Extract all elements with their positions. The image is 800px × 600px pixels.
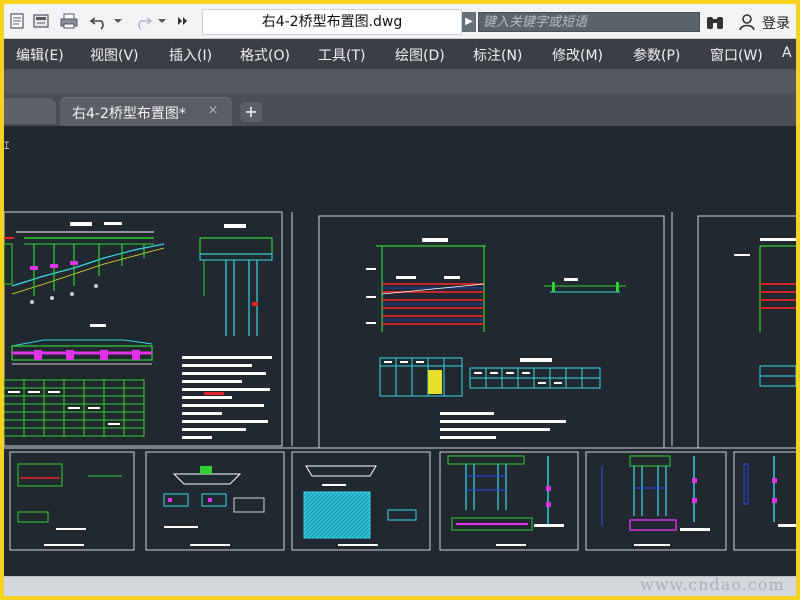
viewport-label: ｴ [4,139,10,152]
menu-item-draw[interactable]: 绘图(D) [395,45,445,65]
sheet-1-pier-detail [199,224,273,336]
sheet-2-table-left [379,357,463,397]
login-link[interactable]: 登录 [762,13,790,33]
close-icon[interactable]: × [206,104,220,118]
more-icon[interactable] [174,10,192,32]
tab-label: 右4-2桥型布置图* [72,106,186,122]
search-expand-button[interactable]: ▶ [462,12,476,32]
autocad-window: 右4-2桥型布置图.dwg ▶ 键入关键字或短语 登录 编辑(E) 视图(V) … [4,4,796,596]
menu-item-modify[interactable]: 修改(M) [552,45,603,65]
menu-item-window[interactable]: 窗口(W) [710,45,763,65]
status-bar: www.cndao.com [4,575,796,596]
chevron-down-icon[interactable] [156,10,168,32]
bottom-sheet-frames [9,451,796,551]
sheet-3-section [734,238,796,387]
menu-item-overflow[interactable]: A [782,45,792,61]
menu-bar: 编辑(E) 视图(V) 插入(I) 格式(O) 工具(T) 绘图(D) 标注(N… [4,39,796,69]
menu-item-insert[interactable]: 插入(I) [169,45,212,65]
tab-previous[interactable] [4,98,56,124]
sheet-1-elevation [4,222,165,304]
search-input[interactable]: 键入关键字或短语 [478,12,700,32]
title-bar: 右4-2桥型布置图.dwg ▶ 键入关键字或短语 登录 [4,4,796,39]
tab-active-drawing[interactable]: 右4-2桥型布置图* × [60,97,232,126]
sheet-frame [697,215,796,449]
bottom-sheet-1 [17,463,122,546]
new-icon[interactable] [6,10,28,32]
sheet-2-notes [440,412,566,439]
bottom-sheet-3 [303,465,417,546]
drawing-canvas[interactable]: ｴ [4,126,796,576]
file-tab-bar: 右4-2桥型布置图* × + [4,93,796,126]
user-icon[interactable] [736,11,758,33]
menu-item-parametric[interactable]: 参数(P) [633,45,680,65]
sheet-2-section [366,238,486,332]
menu-item-tools[interactable]: 工具(T) [318,45,365,65]
menu-item-dimension[interactable]: 标注(N) [473,45,522,65]
sheet-1-notes [182,356,272,439]
open-icon[interactable] [30,10,52,32]
new-tab-button[interactable]: + [240,102,262,122]
chevron-down-icon[interactable] [112,10,124,32]
sheet-2-detail [544,278,626,293]
undo-icon[interactable] [88,10,110,32]
watermark-text: www.cndao.com [640,575,785,594]
sheet-frame [4,211,283,447]
menu-item-format[interactable]: 格式(O) [240,45,290,65]
ribbon-strip [4,69,796,93]
sheet-1-plan [11,324,153,365]
bottom-sheet-2 [163,466,265,546]
bottom-sheet-4 [447,455,564,546]
bottom-sheet-6 [743,456,796,527]
bottom-sheet-5 [601,455,710,546]
drawing-sheets [4,211,796,551]
menu-item-edit[interactable]: 编辑(E) [16,45,64,65]
binoculars-icon[interactable] [704,11,726,33]
redo-icon[interactable] [132,10,154,32]
menu-item-view[interactable]: 视图(V) [90,45,139,65]
print-icon[interactable] [58,10,80,32]
sheet-2-table-right [469,358,601,389]
document-title: 右4-2桥型布置图.dwg [202,9,462,35]
